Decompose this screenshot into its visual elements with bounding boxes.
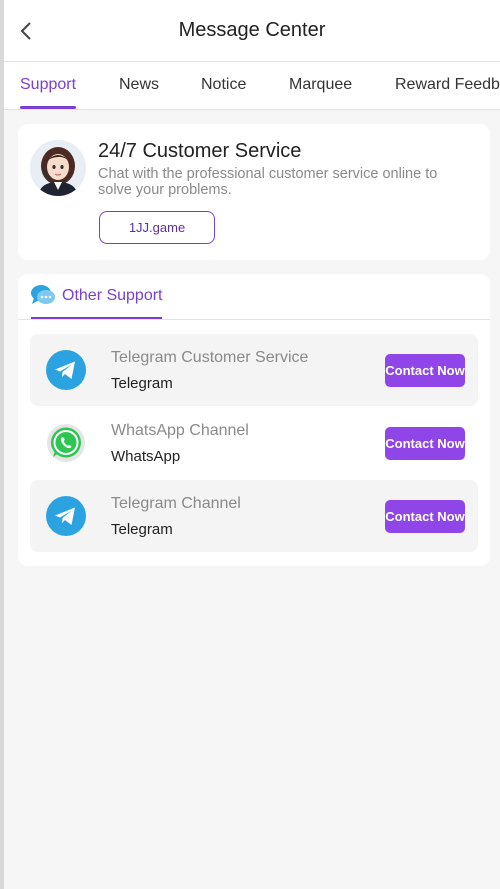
other-support-indicator — [31, 317, 162, 319]
agent-avatar-icon — [30, 140, 86, 196]
support-item-whatsapp-channel: WhatsApp Channel WhatsApp Contact Now — [30, 407, 478, 479]
tab-news[interactable]: News — [119, 76, 159, 94]
support-item-name: Telegram Channel — [111, 495, 241, 512]
chat-bubble-icon — [31, 285, 55, 304]
support-item-platform: WhatsApp — [111, 448, 181, 465]
tab-support[interactable]: Support — [20, 76, 76, 94]
window-edge — [0, 0, 4, 889]
customer-service-card: 24/7 Customer Service Chat with the prof… — [18, 124, 490, 260]
other-support-title: Other Support — [62, 287, 163, 304]
contact-now-button[interactable]: Contact Now — [385, 354, 465, 387]
customer-service-title: 24/7 Customer Service — [98, 140, 302, 162]
support-item-name: WhatsApp Channel — [111, 422, 249, 439]
telegram-icon — [46, 350, 86, 390]
tab-bar: Support News Notice Marquee Reward Feedb… — [4, 62, 500, 110]
contact-now-button[interactable]: Contact Now — [385, 427, 465, 460]
support-item-telegram-channel: Telegram Channel Telegram Contact Now — [30, 480, 478, 552]
other-support-header: Other Support — [18, 274, 490, 320]
tab-reward-feedback[interactable]: Reward Feedback — [395, 76, 500, 94]
page-title: Message Center — [178, 19, 326, 41]
tab-marquee[interactable]: Marquee — [289, 76, 352, 94]
support-item-name: Telegram Customer Service — [111, 349, 309, 366]
support-item-telegram-customer-service: Telegram Customer Service Telegram Conta… — [30, 334, 478, 406]
support-item-platform: Telegram — [111, 521, 173, 538]
customer-service-link-button[interactable]: 1JJ.game — [99, 211, 215, 244]
top-bar: Message Center — [4, 0, 500, 62]
customer-service-description: Chat with the professional customer serv… — [98, 166, 438, 198]
tab-notice[interactable]: Notice — [201, 76, 246, 94]
active-tab-indicator — [20, 106, 76, 109]
support-item-platform: Telegram — [111, 375, 173, 392]
whatsapp-icon — [47, 424, 85, 462]
other-support-card: Other Support Telegram Customer Service … — [18, 274, 490, 566]
contact-now-button[interactable]: Contact Now — [385, 500, 465, 533]
telegram-icon — [46, 496, 86, 536]
